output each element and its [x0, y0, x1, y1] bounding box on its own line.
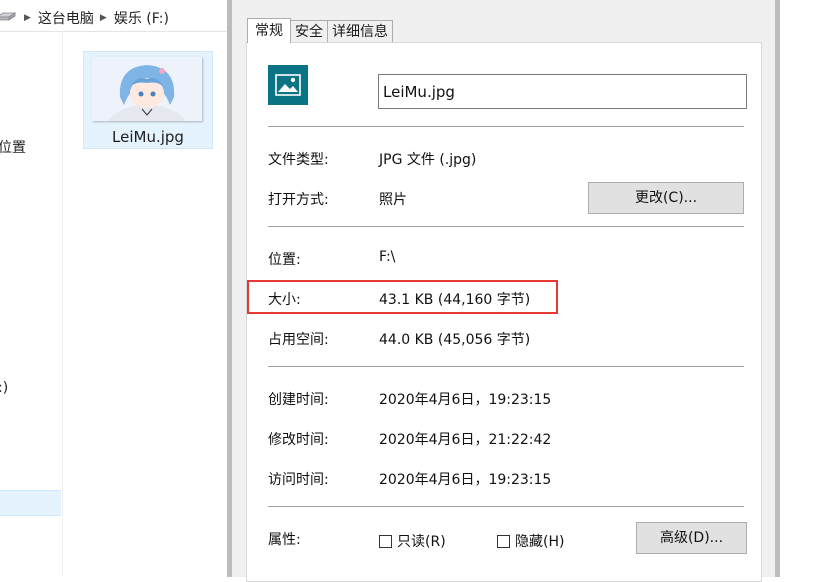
chevron-right-icon[interactable]: ▶ [100, 13, 107, 23]
created-label: 创建时间: [268, 392, 329, 408]
checkbox-box[interactable] [497, 534, 510, 548]
explorer-window: ▶ 这台电脑 ▶ 娱乐 (F:) 位置 :) LeiMu.jpg [0, 0, 227, 577]
general-panel: 文件类型: JPG 文件 (.jpg) 打开方式: 照片 更改(C)... 位置… [246, 42, 762, 582]
tab-strip: 常规 安全 详细信息 [247, 18, 393, 43]
file-tile[interactable]: LeiMu.jpg [83, 51, 213, 149]
breadcrumb-drive-f[interactable]: 娱乐 (F:) [114, 8, 169, 28]
size-on-disk-value: 44.0 KB (45,056 字节) [379, 332, 531, 348]
image-file-icon [268, 65, 308, 105]
hidden-checkbox[interactable]: 隐藏(H) [497, 531, 564, 551]
nav-item-fragment[interactable]: :) [0, 380, 8, 396]
opens-with-value: 照片 [379, 192, 407, 208]
divider [268, 126, 744, 127]
address-bar[interactable]: ▶ 这台电脑 ▶ 娱乐 (F:) [0, 5, 227, 32]
created-value: 2020年4月6日，19:23:15 [379, 392, 552, 408]
advanced-button[interactable]: 高级(D)... [636, 522, 747, 554]
divider [268, 366, 744, 367]
drive-icon [0, 9, 18, 27]
tab-security[interactable]: 安全 [290, 20, 328, 42]
size-on-disk-label: 占用空间: [268, 332, 329, 348]
properties-dialog: 常规 安全 详细信息 文件类型: JPG 文件 (.jpg) 打开方式: 照片 … [227, 0, 780, 582]
change-button[interactable]: 更改(C)... [588, 182, 744, 214]
tab-details[interactable]: 详细信息 [327, 20, 393, 42]
opens-with-label: 打开方式: [268, 192, 329, 208]
file-name-label: LeiMu.jpg [112, 128, 184, 146]
readonly-checkbox[interactable]: 只读(R) [379, 531, 446, 551]
size-label: 大小: [268, 292, 301, 308]
size-value: 43.1 KB (44,160 字节) [379, 292, 531, 308]
file-type-value: JPG 文件 (.jpg) [379, 152, 477, 168]
divider [268, 226, 744, 227]
divider [268, 506, 744, 507]
checkbox-box[interactable] [379, 534, 392, 548]
location-label: 位置: [268, 252, 301, 268]
readonly-label: 只读(R) [397, 534, 446, 550]
location-value: F:\ [379, 249, 396, 265]
modified-label: 修改时间: [268, 432, 329, 448]
navigation-pane: 位置 :) [0, 31, 63, 577]
nav-selected-item[interactable] [0, 490, 61, 516]
hidden-label: 隐藏(H) [515, 534, 565, 550]
tab-general[interactable]: 常规 [247, 18, 291, 43]
nav-item-fragment[interactable]: 位置 [0, 137, 26, 157]
attributes-label: 属性: [268, 532, 301, 548]
breadcrumb-this-pc[interactable]: 这台电脑 [38, 8, 94, 28]
file-type-label: 文件类型: [268, 152, 329, 168]
image-thumbnail [92, 57, 202, 121]
accessed-value: 2020年4月6日，19:23:15 [379, 472, 552, 488]
accessed-label: 访问时间: [268, 472, 329, 488]
modified-value: 2020年4月6日，21:22:42 [379, 432, 552, 448]
chevron-right-icon[interactable]: ▶ [24, 13, 31, 23]
file-name-input[interactable] [378, 74, 747, 109]
